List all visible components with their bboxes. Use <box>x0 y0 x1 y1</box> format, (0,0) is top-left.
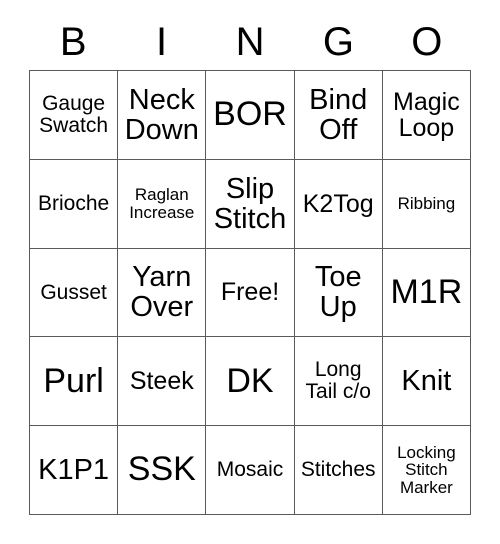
bingo-cell-r3c1[interactable]: Gusset <box>30 248 119 338</box>
bingo-cell-label: Raglan Increase <box>129 185 195 222</box>
bingo-cell-r2c3[interactable]: Slip Stitch <box>206 159 295 249</box>
bingo-cell-r5c5[interactable]: Locking Stitch Marker <box>382 426 471 515</box>
bingo-cell-r1c5[interactable]: Magic Loop <box>382 71 471 160</box>
bingo-cell-label: DK <box>226 361 274 400</box>
bingo-cell-r4c4[interactable]: Long Tail c/o <box>294 337 383 427</box>
bingo-cell-r5c2[interactable]: SSK <box>118 426 207 515</box>
bingo-header-letter-o: O <box>411 20 443 64</box>
bingo-header-letter-b: B <box>59 20 87 64</box>
bingo-cell-r1c3[interactable]: BOR <box>206 71 295 160</box>
bingo-cell-label: Ribbing <box>397 193 456 213</box>
bingo-cell-r3c2[interactable]: Yarn Over <box>118 248 207 338</box>
bingo-cell-r4c1[interactable]: Purl <box>30 337 119 427</box>
bingo-cell-label: Long Tail c/o <box>305 358 371 404</box>
bingo-cell-r5c3[interactable]: Mosaic <box>206 426 295 515</box>
bingo-cell-r4c5[interactable]: Knit <box>382 337 471 427</box>
bingo-cell-r4c2[interactable]: Steek <box>118 337 207 427</box>
bingo-header-row: B I N G O <box>29 14 471 70</box>
bingo-cell-label: Purl <box>43 361 104 400</box>
bingo-cell-label: BOR <box>213 95 287 134</box>
bingo-grid: Gauge Swatch Neck Down BOR Bind Off Magi… <box>29 70 471 515</box>
bingo-cell-label: Brioche <box>37 191 110 215</box>
bingo-cell-label: Steek <box>129 367 194 396</box>
bingo-cell-r5c1[interactable]: K1P1 <box>30 426 119 515</box>
bingo-cell-label: K1P1 <box>38 454 110 487</box>
bingo-cell-label: M1R <box>390 272 463 311</box>
bingo-free-space-label: Free! <box>220 278 280 307</box>
bingo-cell-label: Magic Loop <box>393 87 460 142</box>
bingo-cell-r3c5[interactable]: M1R <box>382 248 471 338</box>
bingo-header-letter-i: I <box>156 20 168 64</box>
bingo-cell-label: Gusset <box>40 280 107 304</box>
bingo-cell-label: Gauge Swatch <box>39 92 109 137</box>
bingo-cell-label: K2Tog <box>302 189 374 218</box>
bingo-cell-r2c4[interactable]: K2Tog <box>294 159 383 249</box>
bingo-header-letter-n: N <box>235 20 265 64</box>
bingo-cell-label: Mosaic <box>216 458 284 482</box>
bingo-cell-r2c2[interactable]: Raglan Increase <box>118 159 207 249</box>
bingo-cell-label: Bind Off <box>309 83 368 146</box>
bingo-cell-r1c2[interactable]: Neck Down <box>118 71 207 160</box>
bingo-cell-label: Stitches <box>300 458 376 482</box>
bingo-cell-label: Slip Stitch <box>213 172 287 235</box>
bingo-card: B I N G O Gauge Swatch Neck Down BOR Bin… <box>29 14 471 515</box>
bingo-cell-r1c1[interactable]: Gauge Swatch <box>30 71 119 160</box>
bingo-header-letter-g: G <box>322 20 354 64</box>
bingo-cell-label: Locking Stitch Marker <box>397 442 456 497</box>
bingo-cell-label: Toe Up <box>314 261 362 324</box>
bingo-cell-r5c4[interactable]: Stitches <box>294 426 383 515</box>
bingo-cell-label: Yarn Over <box>130 261 194 324</box>
bingo-cell-label: Knit <box>401 365 452 398</box>
bingo-cell-r2c5[interactable]: Ribbing <box>382 159 471 249</box>
bingo-cell-r3c4[interactable]: Toe Up <box>294 248 383 338</box>
bingo-cell-label: Neck Down <box>124 83 199 146</box>
bingo-cell-label: SSK <box>127 450 196 489</box>
bingo-cell-free-space[interactable]: Free! <box>206 248 295 338</box>
bingo-cell-r2c1[interactable]: Brioche <box>30 159 119 249</box>
bingo-cell-r1c4[interactable]: Bind Off <box>294 71 383 160</box>
bingo-cell-r4c3[interactable]: DK <box>206 337 295 427</box>
